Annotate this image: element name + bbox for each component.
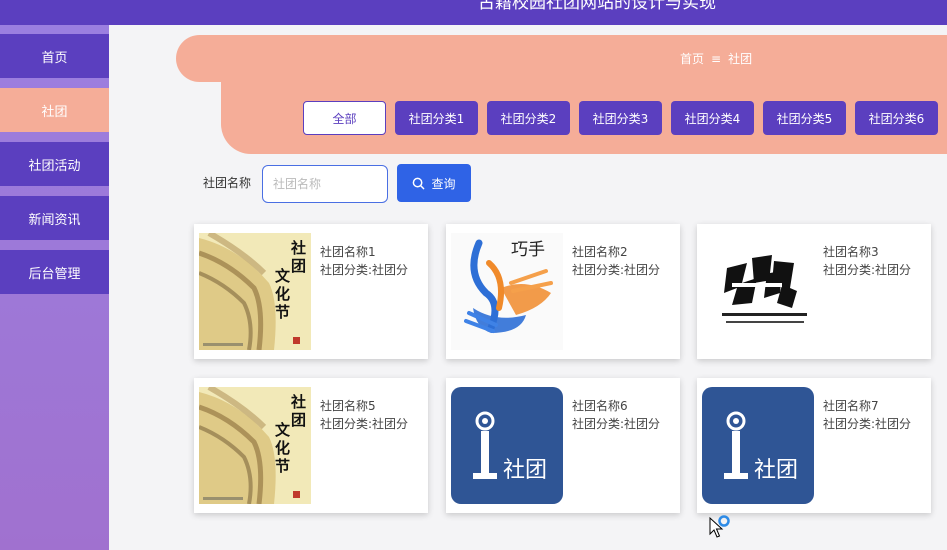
- breadcrumb-separator-icon: ≡: [711, 52, 722, 66]
- svg-text:节: 节: [275, 457, 290, 475]
- search-label: 社团名称: [203, 176, 252, 190]
- club-image-hands: 巧手: [451, 233, 563, 350]
- club-image-calligraphy: 社 团 文 化 节: [199, 387, 311, 504]
- sidebar-item-label: 社团活动: [28, 158, 81, 174]
- category-5-button[interactable]: 社团分类5: [763, 101, 846, 135]
- svg-text:团: 团: [291, 411, 306, 429]
- sidebar-item-label: 社团: [41, 104, 68, 120]
- category-6-button[interactable]: 社团分类6: [855, 101, 938, 135]
- club-image-logo: 社团: [702, 387, 814, 504]
- category-label: 社团分类1: [408, 111, 465, 126]
- club-name: 社团名称5: [320, 399, 376, 413]
- club-card[interactable]: 社团 社团名称7 社团分类:社团分: [697, 378, 931, 513]
- category-label: 社团分类6: [868, 111, 925, 126]
- club-card[interactable]: 社团 社团名称6 社团分类:社团分: [446, 378, 680, 513]
- image-caption: 社团: [503, 458, 547, 483]
- sidebar-item-label: 首页: [41, 50, 68, 66]
- club-name: 社团名称1: [320, 245, 376, 259]
- svg-text:社: 社: [290, 239, 306, 257]
- svg-text:文: 文: [275, 421, 291, 439]
- club-card[interactable]: 社 团 文 化 节 社团名称1 社团分类:社团分: [194, 224, 428, 359]
- sidebar-item-admin[interactable]: 后台管理: [0, 250, 109, 294]
- top-header: 古籍校园社团网站的设计与实现: [0, 0, 947, 25]
- club-name: 社团名称3: [823, 245, 879, 259]
- category-label: 社团分类3: [592, 111, 649, 126]
- category-3-button[interactable]: 社团分类3: [579, 101, 662, 135]
- svg-text:社: 社: [290, 393, 306, 411]
- sidebar-item-label: 后台管理: [28, 266, 81, 282]
- svg-text:化: 化: [275, 285, 290, 303]
- club-image-logo: 社团: [451, 387, 563, 504]
- category-1-button[interactable]: 社团分类1: [395, 101, 478, 135]
- breadcrumb-home[interactable]: 首页: [680, 50, 704, 67]
- svg-text:化: 化: [275, 439, 290, 457]
- club-category: 社团分类:社团分: [320, 263, 409, 277]
- club-image-calligraphy: 社 团 文 化 节: [199, 233, 311, 350]
- club-name-search-input[interactable]: [262, 165, 388, 203]
- busy-cursor-icon: [709, 515, 730, 538]
- site-title: 古籍校园社团网站的设计与实现: [478, 0, 716, 13]
- club-image-debate: [702, 233, 814, 350]
- search-button[interactable]: 查询: [397, 164, 471, 202]
- svg-text:文: 文: [275, 267, 291, 285]
- image-caption: 巧手: [511, 240, 545, 260]
- club-category: 社团分类:社团分: [823, 263, 912, 277]
- club-name: 社团名称7: [823, 399, 879, 413]
- category-4-button[interactable]: 社团分类4: [671, 101, 754, 135]
- category-label: 社团分类4: [684, 111, 741, 126]
- category-label: 社团分类5: [776, 111, 833, 126]
- sidebar-item-club-activities[interactable]: 社团活动: [0, 142, 109, 186]
- sidebar-item-news[interactable]: 新闻资讯: [0, 196, 109, 240]
- club-category: 社团分类:社团分: [823, 417, 912, 431]
- category-label: 全部: [332, 111, 357, 126]
- search-icon: [413, 177, 425, 189]
- sidebar: 首页 社团 社团活动 新闻资讯 后台管理: [0, 25, 109, 550]
- club-category: 社团分类:社团分: [572, 417, 661, 431]
- search-button-label: 查询: [431, 176, 456, 191]
- club-card[interactable]: 社团名称3 社团分类:社团分: [697, 224, 931, 359]
- club-card[interactable]: 社 团 文 化 节 社团名称5 社团分类:社团分: [194, 378, 428, 513]
- category-all-button[interactable]: 全部: [303, 101, 386, 135]
- svg-text:团: 团: [291, 257, 306, 275]
- sidebar-item-home[interactable]: 首页: [0, 34, 109, 78]
- breadcrumb-current: 社团: [728, 52, 753, 66]
- breadcrumb: 首页 ≡ 社团: [680, 50, 752, 67]
- club-name: 社团名称2: [572, 245, 628, 259]
- sidebar-item-label: 新闻资讯: [28, 212, 81, 228]
- club-card[interactable]: 巧手 社团名称2 社团分类:社团分: [446, 224, 680, 359]
- image-caption: 社团: [754, 458, 798, 483]
- category-label: 社团分类2: [500, 111, 557, 126]
- sidebar-item-clubs[interactable]: 社团: [0, 88, 109, 132]
- svg-text:节: 节: [275, 303, 290, 321]
- club-category: 社团分类:社团分: [572, 263, 661, 277]
- category-2-button[interactable]: 社团分类2: [487, 101, 570, 135]
- club-category: 社团分类:社团分: [320, 417, 409, 431]
- club-name: 社团名称6: [572, 399, 628, 413]
